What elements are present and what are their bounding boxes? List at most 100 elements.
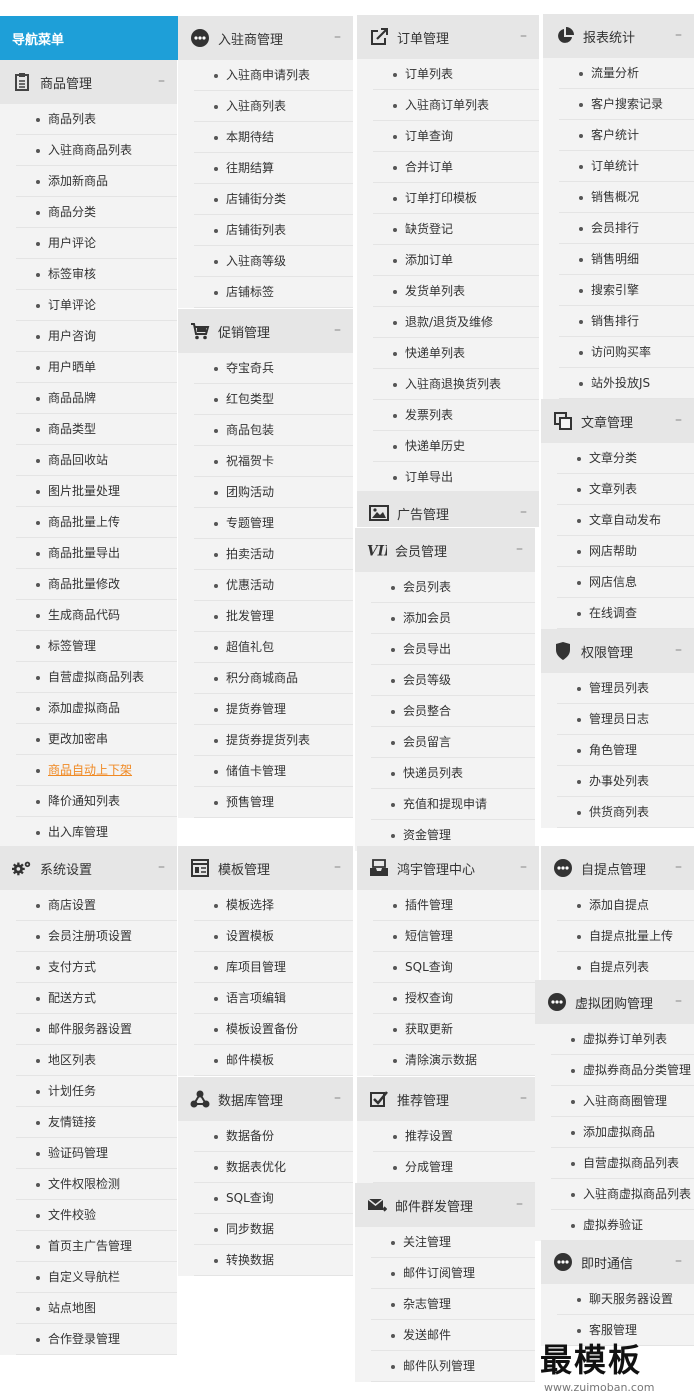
menu-item[interactable]: 订单查询 [373,121,539,152]
collapse-icon[interactable]: – [675,28,682,42]
menu-item[interactable]: 管理员列表 [557,673,694,704]
menu-item[interactable]: 店铺标签 [194,277,353,308]
menu-panel-header[interactable]: 数据库管理 – [178,1077,353,1121]
menu-item[interactable]: 销售概况 [559,182,694,213]
collapse-icon[interactable]: – [516,542,523,556]
menu-item[interactable]: 图片批量处理 [16,476,177,507]
menu-panel-header[interactable]: 即时通信 – [541,1240,694,1284]
menu-item[interactable]: 添加会员 [371,603,535,634]
collapse-icon[interactable]: – [675,1254,682,1268]
menu-item[interactable]: 提货券提货列表 [194,725,353,756]
menu-item[interactable]: 入驻商列表 [194,91,353,122]
menu-item[interactable]: 自提点列表 [557,952,694,983]
collapse-icon[interactable]: – [158,860,165,874]
menu-item[interactable]: 出入库管理 [16,817,177,848]
menu-item[interactable]: 商品分类 [16,197,177,228]
menu-item[interactable]: 设置模板 [194,921,353,952]
menu-item[interactable]: 模板选择 [194,890,353,921]
menu-item[interactable]: 模板设置备份 [194,1014,353,1045]
menu-item[interactable]: 添加虚拟商品 [551,1117,694,1148]
menu-item[interactable]: 商品批量上传 [16,507,177,538]
menu-item[interactable]: 超值礼包 [194,632,353,663]
collapse-icon[interactable]: – [675,643,682,657]
menu-panel-header[interactable]: 鸿宇管理中心 – [357,846,539,890]
menu-item[interactable]: 缺货登记 [373,214,539,245]
menu-item[interactable]: 站外投放JS [559,368,694,399]
menu-item[interactable]: 虚拟券商品分类管理 [551,1055,694,1086]
menu-item[interactable]: 清除演示数据 [373,1045,539,1076]
menu-item[interactable]: 批发管理 [194,601,353,632]
menu-item[interactable]: 专题管理 [194,508,353,539]
menu-item[interactable]: 商品列表 [16,104,177,135]
menu-item[interactable]: 储值卡管理 [194,756,353,787]
menu-item[interactable]: 红包类型 [194,384,353,415]
menu-panel-header[interactable]: 文章管理 – [541,399,694,443]
menu-item[interactable]: SQL查询 [373,952,539,983]
menu-item[interactable]: 虚拟券订单列表 [551,1024,694,1055]
menu-item[interactable]: 管理员日志 [557,704,694,735]
menu-item[interactable]: 自定义导航栏 [16,1262,177,1293]
menu-item[interactable]: 添加新商品 [16,166,177,197]
menu-item[interactable]: 邮件模板 [194,1045,353,1076]
menu-item[interactable]: 邮件服务器设置 [16,1014,177,1045]
collapse-icon[interactable]: – [675,413,682,427]
menu-item[interactable]: 合并订单 [373,152,539,183]
menu-item[interactable]: 供货商列表 [557,797,694,828]
collapse-icon[interactable]: – [158,74,165,88]
menu-item[interactable]: 合作登录管理 [16,1324,177,1355]
collapse-icon[interactable]: – [334,1091,341,1105]
menu-item[interactable]: 发送邮件 [371,1320,535,1351]
menu-item[interactable]: 分成管理 [373,1152,539,1183]
menu-item[interactable]: 用户咨询 [16,321,177,352]
menu-item[interactable]: 会员排行 [559,213,694,244]
menu-item[interactable]: 插件管理 [373,890,539,921]
menu-panel-header[interactable]: 广告管理 – [357,491,539,527]
menu-item[interactable]: 订单列表 [373,59,539,90]
collapse-icon[interactable]: – [520,29,527,43]
menu-item[interactable]: 会员注册项设置 [16,921,177,952]
menu-item[interactable]: 文章分类 [557,443,694,474]
menu-item[interactable]: 销售明细 [559,244,694,275]
menu-item[interactable]: 积分商城商品 [194,663,353,694]
menu-item[interactable]: 获取更新 [373,1014,539,1045]
menu-item[interactable]: 销售排行 [559,306,694,337]
menu-item[interactable]: 快递员列表 [371,758,535,789]
menu-item[interactable]: 店铺街分类 [194,184,353,215]
menu-panel-header[interactable]: 自提点管理 – [541,846,694,890]
menu-item[interactable]: 文章自动发布 [557,505,694,536]
menu-item[interactable]: 支付方式 [16,952,177,983]
collapse-icon[interactable]: – [675,860,682,874]
menu-item[interactable]: 验证码管理 [16,1138,177,1169]
collapse-icon[interactable]: – [520,1091,527,1105]
menu-panel-header[interactable]: 商品管理 – [0,60,177,104]
menu-item[interactable]: 虚拟券验证 [551,1210,694,1241]
menu-item[interactable]: 自营虚拟商品列表 [16,662,177,693]
menu-item[interactable]: 商品回收站 [16,445,177,476]
menu-item[interactable]: 优惠活动 [194,570,353,601]
menu-item[interactable]: 充值和提现申请 [371,789,535,820]
menu-item[interactable]: 地区列表 [16,1045,177,1076]
menu-item[interactable]: 订单统计 [559,151,694,182]
menu-item[interactable]: 会员列表 [371,572,535,603]
menu-item[interactable]: 杂志管理 [371,1289,535,1320]
menu-item[interactable]: 降价通知列表 [16,786,177,817]
menu-item[interactable]: 语言项编辑 [194,983,353,1014]
collapse-icon[interactable]: – [520,505,527,519]
menu-item[interactable]: 订单打印模板 [373,183,539,214]
menu-item[interactable]: 角色管理 [557,735,694,766]
collapse-icon[interactable]: – [520,860,527,874]
menu-item[interactable]: 添加订单 [373,245,539,276]
menu-item[interactable]: 祝福贺卡 [194,446,353,477]
menu-item[interactable]: 在线调查 [557,598,694,629]
menu-item[interactable]: 会员留言 [371,727,535,758]
menu-item[interactable]: 预售管理 [194,787,353,818]
menu-item[interactable]: 文件校验 [16,1200,177,1231]
menu-item[interactable]: 标签管理 [16,631,177,662]
menu-panel-header[interactable]: 权限管理 – [541,629,694,673]
collapse-icon[interactable]: – [334,323,341,337]
menu-item[interactable]: 更改加密串 [16,724,177,755]
menu-panel-header[interactable]: 入驻商管理 – [178,16,353,60]
menu-item[interactable]: 商品品牌 [16,383,177,414]
menu-item[interactable]: 入驻商商圈管理 [551,1086,694,1117]
menu-item[interactable]: 会员整合 [371,696,535,727]
